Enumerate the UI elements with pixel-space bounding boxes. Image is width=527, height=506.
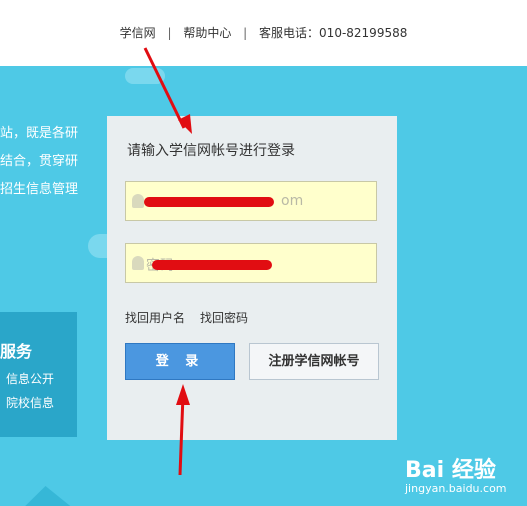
login-button[interactable]: 登 录 — [125, 343, 235, 380]
recover-username-link[interactable]: 找回用户名 — [125, 309, 185, 326]
service-item-info-public[interactable]: 信息公开 — [6, 370, 54, 387]
register-button[interactable]: 注册学信网帐号 — [249, 343, 379, 380]
login-panel: 请输入学信网帐号进行登录 om 密码 找回用户名 找回密码 登 录 注册学信网帐… — [107, 116, 397, 440]
customer-service-phone: 客服电话：010-82199588 — [259, 26, 408, 40]
watermark-brand: Bai 经验 — [405, 458, 496, 483]
top-bar: 学信网 | 帮助中心 | 客服电话：010-82199588 — [0, 0, 527, 66]
redaction-mark — [152, 260, 272, 270]
cloud-decoration — [125, 68, 165, 84]
lock-icon — [132, 256, 144, 270]
intro-line: 站，既是各研 — [0, 126, 79, 141]
baidu-jingyan-watermark: Bai 经验 jingyan.baidu.com — [405, 452, 507, 495]
intro-line: 招生信息管理 — [0, 182, 79, 197]
intro-line: 结合，贯穿研 — [0, 154, 79, 169]
help-center-link[interactable]: 帮助中心 — [183, 24, 231, 41]
xuexin-link[interactable]: 学信网 — [120, 24, 156, 41]
separator: | — [167, 26, 172, 40]
user-icon — [132, 194, 144, 208]
watermark-url: jingyan.baidu.com — [405, 482, 507, 495]
mountain-decoration — [5, 486, 95, 506]
services-panel: 服务 信息公开 院校信息 — [0, 312, 77, 437]
services-title: 服务 — [0, 342, 33, 361]
separator: | — [243, 26, 248, 40]
username-placeholder: om — [281, 193, 304, 209]
password-input[interactable]: 密码 — [125, 243, 377, 283]
login-heading: 请输入学信网帐号进行登录 — [127, 143, 295, 159]
username-input[interactable]: om — [125, 181, 377, 221]
recover-password-link[interactable]: 找回密码 — [200, 309, 248, 326]
intro-text: 站，既是各研 结合，贯穿研 招生信息管理 — [0, 120, 78, 204]
header-links: 学信网 | 帮助中心 | 客服电话：010-82199588 — [0, 24, 527, 41]
redaction-mark — [144, 197, 274, 207]
service-item-school-info[interactable]: 院校信息 — [6, 394, 54, 411]
